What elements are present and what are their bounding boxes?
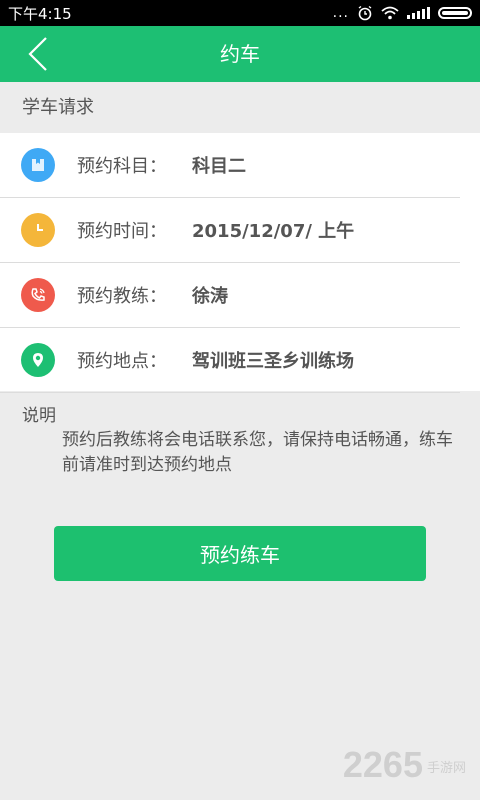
- detail-label: 预约教练：: [77, 286, 167, 307]
- more-dots-icon: ...: [332, 5, 349, 21]
- signal-icon: [407, 7, 430, 19]
- status-bar: 下午4:15 ...: [0, 0, 480, 26]
- clock-icon: [21, 213, 55, 247]
- notes-text: 预约后教练将会电话联系您，请保持电话畅通，练车前请准时到达预约地点: [62, 430, 453, 475]
- detail-row-subject: 预约科目： 科目二: [0, 133, 460, 198]
- detail-value: 徐涛: [192, 286, 228, 307]
- watermark-text: 手游网: [426, 760, 466, 775]
- alarm-icon: [358, 5, 372, 21]
- detail-value: 科目二: [192, 156, 246, 177]
- location-pin-icon: [21, 343, 55, 377]
- detail-row-location: 预约地点： 驾训班三圣乡训练场: [0, 328, 460, 393]
- book-icon: [21, 148, 55, 182]
- watermark-logo: 2265 手游网: [343, 744, 466, 786]
- detail-value: 2015/12/07/ 上午: [192, 221, 355, 242]
- watermark-number: 2265: [342, 744, 423, 785]
- section-title: 学车请求: [22, 97, 94, 118]
- status-time: 下午4:15: [8, 4, 72, 23]
- page-title: 约车: [220, 42, 260, 66]
- detail-label: 预约科目：: [77, 156, 167, 177]
- detail-row-time: 预约时间： 2015/12/07/ 上午: [0, 198, 460, 263]
- book-practice-button[interactable]: 预约练车: [54, 526, 426, 581]
- phone-icon: [21, 278, 55, 312]
- battery-icon: [438, 7, 472, 19]
- status-icons: ...: [333, 5, 472, 21]
- app-bar: 约车: [0, 26, 480, 82]
- detail-row-coach: 预约教练： 徐涛: [0, 263, 460, 328]
- wifi-icon: [381, 6, 399, 20]
- detail-label: 预约地点：: [77, 351, 167, 372]
- detail-value: 驾训班三圣乡训练场: [192, 351, 354, 372]
- details-card: 预约科目： 科目二 预约时间： 2015/12/07/ 上午 预约教练： 徐涛: [0, 133, 480, 393]
- notes-title: 说明: [22, 406, 56, 426]
- detail-label: 预约时间：: [77, 221, 167, 242]
